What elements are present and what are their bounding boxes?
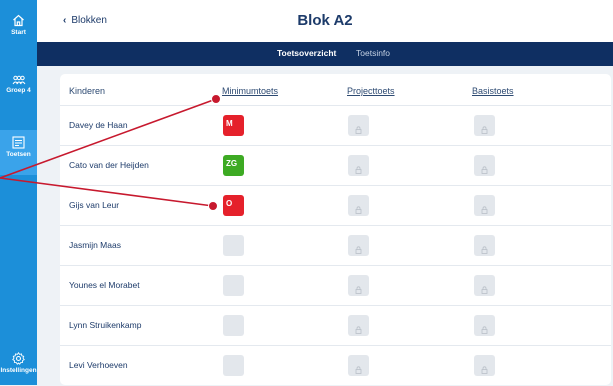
- annotation-lines: [0, 94, 221, 211]
